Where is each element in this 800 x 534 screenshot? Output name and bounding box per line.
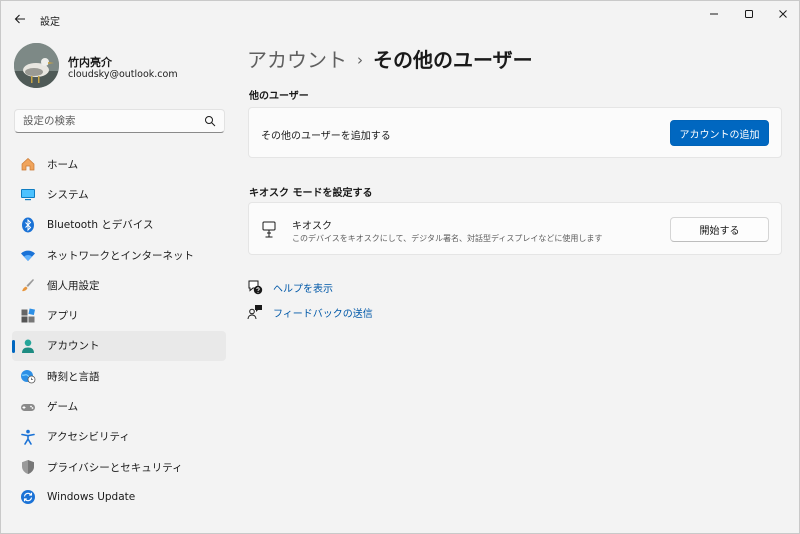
gamepad-icon — [20, 399, 36, 415]
section-title-kiosk: キオスク モードを設定する — [249, 188, 373, 199]
breadcrumb-separator: › — [357, 51, 363, 69]
help-icon — [247, 279, 263, 295]
sidebar-item-label: ゲーム — [47, 401, 79, 414]
avatar[interactable] — [14, 43, 59, 88]
sidebar-item-home[interactable]: ホーム — [12, 149, 226, 179]
sidebar-item-label: 時刻と言語 — [47, 370, 100, 383]
start-kiosk-button[interactable]: 開始する — [670, 217, 769, 242]
user-name: 竹内亮介 — [68, 56, 112, 69]
search-box[interactable] — [14, 109, 225, 133]
sidebar-item-label: ホーム — [47, 158, 79, 171]
add-account-button[interactable]: アカウントの追加 — [670, 120, 769, 146]
kiosk-icon — [261, 221, 277, 243]
minimize-button[interactable] — [697, 1, 731, 27]
feedback-link-label[interactable]: フィードバックの送信 — [273, 305, 373, 320]
sidebar-item-bluetooth[interactable]: Bluetooth とデバイス — [12, 210, 226, 240]
sidebar-item-windows-update[interactable]: Windows Update — [12, 482, 226, 512]
sidebar-item-label: アカウント — [47, 340, 100, 353]
sidebar-item-label: プライバシーとセキュリティ — [47, 461, 183, 474]
apps-icon — [20, 308, 36, 324]
minimize-icon — [710, 13, 718, 15]
update-icon — [20, 489, 36, 505]
sidebar-nav: ホーム システム Bluetooth とデバイス ネットワークとインターネット … — [12, 149, 226, 513]
brush-icon — [20, 277, 36, 293]
close-button[interactable] — [766, 1, 800, 27]
bluetooth-icon — [20, 217, 36, 233]
sidebar-item-network[interactable]: ネットワークとインターネット — [12, 240, 226, 270]
sidebar-item-time-language[interactable]: 時刻と言語 — [12, 361, 226, 391]
accessibility-icon — [20, 429, 36, 445]
sidebar-item-label: Windows Update — [47, 491, 136, 504]
sidebar-item-label: システム — [47, 188, 89, 201]
app-title: 設定 — [40, 17, 60, 28]
sidebar-item-privacy[interactable]: プライバシーとセキュリティ — [12, 452, 226, 482]
wifi-icon — [20, 247, 36, 263]
sidebar-item-label: アクセシビリティ — [47, 431, 130, 444]
feedback-icon — [247, 304, 263, 320]
globe-clock-icon — [20, 368, 36, 384]
avatar-photo — [14, 43, 59, 88]
maximize-button[interactable] — [732, 1, 766, 27]
add-user-card: その他のユーザーを追加する アカウントの追加 — [248, 107, 782, 158]
sidebar-item-apps[interactable]: アプリ — [12, 300, 226, 330]
user-email: cloudsky@outlook.com — [68, 69, 178, 80]
account-icon — [20, 338, 36, 354]
sidebar-item-gaming[interactable]: ゲーム — [12, 391, 226, 421]
sidebar-item-label: 個人用設定 — [47, 279, 100, 292]
home-icon — [20, 156, 36, 172]
sidebar-item-system[interactable]: システム — [12, 179, 226, 209]
help-link-label[interactable]: ヘルプを表示 — [273, 280, 333, 295]
back-button[interactable] — [9, 7, 31, 31]
search-input[interactable] — [23, 115, 203, 127]
page-title: その他のユーザー — [373, 48, 533, 72]
sidebar-item-accounts[interactable]: アカウント — [12, 330, 226, 362]
sidebar-item-label: アプリ — [47, 310, 79, 323]
arrow-left-icon — [14, 14, 25, 24]
kiosk-card: キオスク このデバイスをキオスクにして、デジタル署名、対話型ディスプレイなどに使… — [248, 202, 782, 255]
breadcrumb: アカウント › その他のユーザー — [247, 44, 533, 73]
feedback-link[interactable]: フィードバックの送信 — [247, 303, 373, 321]
help-link[interactable]: ヘルプを表示 — [247, 278, 333, 296]
system-icon — [20, 186, 36, 202]
section-title-other-users: 他のユーザー — [249, 91, 309, 102]
breadcrumb-parent[interactable]: アカウント — [247, 48, 347, 72]
maximize-icon — [745, 10, 753, 18]
sidebar-item-personalization[interactable]: 個人用設定 — [12, 270, 226, 300]
sidebar-item-label: ネットワークとインターネット — [47, 249, 194, 262]
kiosk-title: キオスク — [292, 221, 332, 232]
search-icon[interactable] — [204, 115, 216, 127]
close-icon — [779, 10, 787, 18]
shield-icon — [20, 459, 36, 475]
title-bar: 設定 — [1, 1, 800, 37]
add-user-label: その他のユーザーを追加する — [261, 131, 391, 142]
sidebar-item-label: Bluetooth とデバイス — [47, 219, 154, 232]
kiosk-description: このデバイスをキオスクにして、デジタル署名、対話型ディスプレイなどに使用します — [292, 234, 603, 243]
sidebar-item-accessibility[interactable]: アクセシビリティ — [12, 422, 226, 452]
